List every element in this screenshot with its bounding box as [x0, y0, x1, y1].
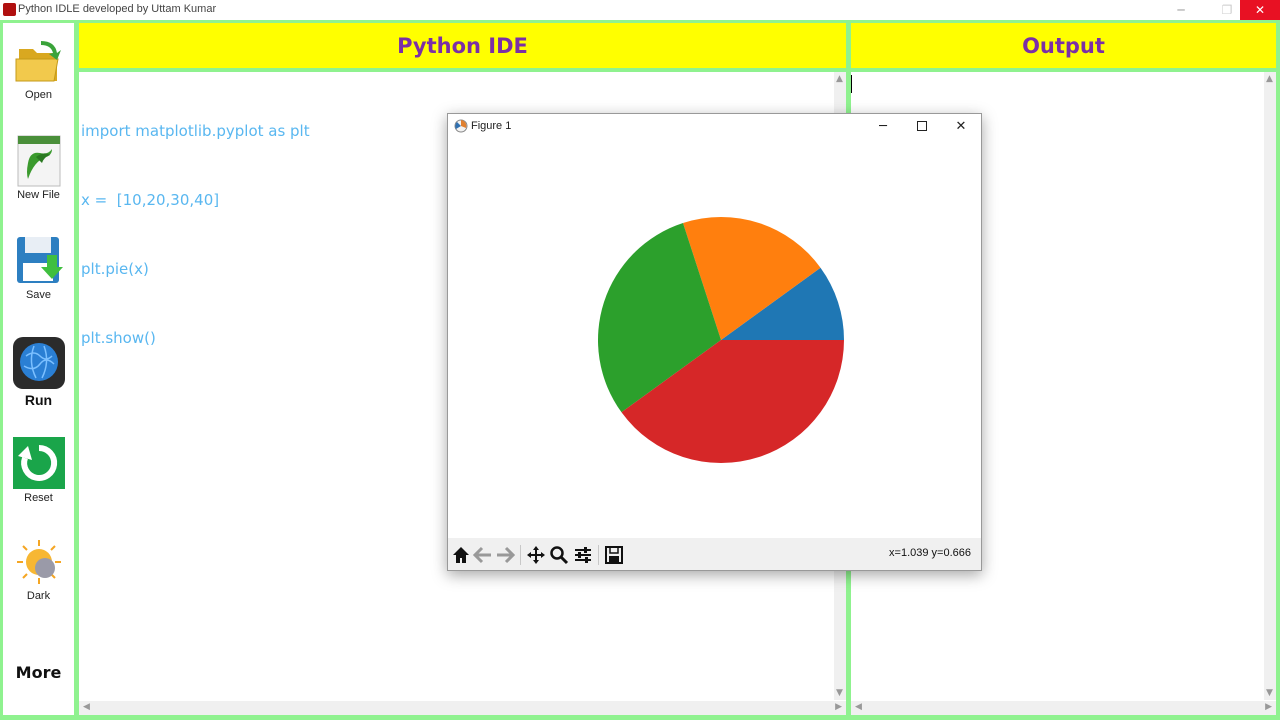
dark-mode-button[interactable]: Dark	[3, 536, 74, 602]
window-title-bar: Python IDLE developed by Uttam Kumar ─ ❐…	[0, 0, 1280, 20]
cursor-coordinates: x=1.039 y=0.666	[889, 547, 971, 559]
scroll-down-icon[interactable]: ▼	[836, 688, 843, 698]
sidebar: Open New File Save Run Reset Dark More	[3, 23, 74, 715]
output-header: Output	[851, 23, 1276, 68]
open-button[interactable]: Open	[3, 35, 74, 101]
run-label: Run	[24, 392, 53, 408]
run-button[interactable]: Run	[3, 336, 74, 408]
reset-button[interactable]: Reset	[3, 436, 74, 504]
code-text[interactable]: import matplotlib.pyplot as plt x = [10,…	[81, 74, 310, 396]
save-disk-icon	[16, 237, 63, 283]
pie-chart	[597, 216, 844, 464]
app-icon	[3, 3, 16, 16]
open-label: Open	[25, 89, 52, 101]
forward-arrow-icon[interactable]	[495, 545, 515, 565]
code-line: import matplotlib.pyplot as plt	[81, 122, 310, 140]
code-line: x = [10,20,30,40]	[81, 191, 220, 209]
text-caret	[851, 75, 852, 93]
output-vertical-scrollbar[interactable]: ▲ ▼	[1264, 72, 1276, 700]
python-ide-header: Python IDE	[79, 23, 846, 68]
window-title: Python IDLE developed by Uttam Kumar	[18, 3, 217, 15]
scroll-up-icon[interactable]: ▲	[1266, 74, 1273, 84]
close-button[interactable]: ✕	[1240, 0, 1280, 20]
figure-title: Figure 1	[471, 120, 512, 132]
sun-moon-icon	[16, 540, 61, 584]
dark-label: Dark	[26, 590, 51, 602]
figure-window: Figure 1 ─ ✕ x=1.039 y=0.666	[447, 113, 982, 571]
save-figure-icon[interactable]	[604, 545, 624, 565]
minimize-button[interactable]: ─	[1158, 0, 1204, 20]
code-line: plt.show()	[81, 329, 156, 347]
toolbar-separator	[598, 545, 599, 565]
run-globe-icon	[12, 337, 65, 389]
reset-arrow-icon	[12, 437, 65, 489]
output-horizontal-scrollbar[interactable]: ◀ ▶	[851, 701, 1276, 715]
configure-sliders-icon[interactable]	[573, 545, 593, 565]
figure-toolbar: x=1.039 y=0.666	[448, 538, 981, 570]
new-file-label: New File	[17, 189, 60, 201]
python-file-icon	[17, 135, 60, 187]
output-title: Output	[1022, 33, 1105, 58]
pan-move-icon[interactable]	[526, 545, 546, 565]
folder-open-icon	[15, 41, 61, 82]
scroll-left-icon[interactable]: ◀	[83, 702, 90, 712]
scroll-left-icon[interactable]: ◀	[855, 702, 862, 712]
python-ide-title: Python IDE	[397, 33, 528, 58]
scroll-up-icon[interactable]: ▲	[836, 74, 843, 84]
scroll-right-icon[interactable]: ▶	[1265, 702, 1272, 712]
figure-title-bar: Figure 1 ─ ✕	[448, 114, 981, 138]
figure-maximize-button[interactable]	[903, 114, 941, 138]
figure-minimize-button[interactable]: ─	[864, 114, 902, 138]
new-file-button[interactable]: New File	[3, 135, 74, 201]
reset-label: Reset	[24, 492, 53, 504]
home-icon[interactable]	[451, 545, 471, 565]
zoom-magnifier-icon[interactable]	[549, 545, 569, 565]
scroll-down-icon[interactable]: ▼	[1266, 688, 1273, 698]
save-label: Save	[25, 289, 52, 301]
code-line: plt.pie(x)	[81, 260, 149, 278]
editor-horizontal-scrollbar[interactable]: ◀ ▶	[79, 701, 846, 715]
more-button[interactable]: More	[3, 663, 74, 682]
figure-close-button[interactable]: ✕	[942, 114, 980, 138]
back-arrow-icon[interactable]	[473, 545, 493, 565]
save-button[interactable]: Save	[3, 235, 74, 301]
scroll-right-icon[interactable]: ▶	[835, 702, 842, 712]
maximize-icon	[917, 121, 927, 131]
toolbar-separator	[520, 545, 521, 565]
matplotlib-icon	[454, 119, 468, 133]
